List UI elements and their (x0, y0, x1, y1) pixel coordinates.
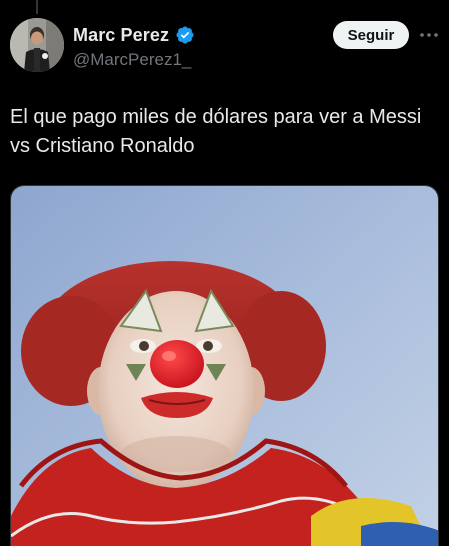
follow-button[interactable]: Seguir (333, 21, 409, 49)
more-horizontal-icon[interactable] (418, 26, 440, 44)
author-info: Marc Perez @MarcPerez1_ (73, 23, 195, 70)
avatar[interactable] (10, 18, 64, 72)
thread-line (36, 0, 38, 14)
author-name[interactable]: Marc Perez (73, 25, 169, 46)
verified-badge-icon (175, 25, 195, 45)
clown-meme-image[interactable] (10, 185, 439, 546)
tweet-text: El que pago miles de dólares para ver a … (10, 106, 422, 157)
tweet-card: Marc Perez @MarcPerez1_ Seguir El que pa… (0, 0, 449, 546)
author-handle[interactable]: @MarcPerez1_ (73, 50, 195, 70)
